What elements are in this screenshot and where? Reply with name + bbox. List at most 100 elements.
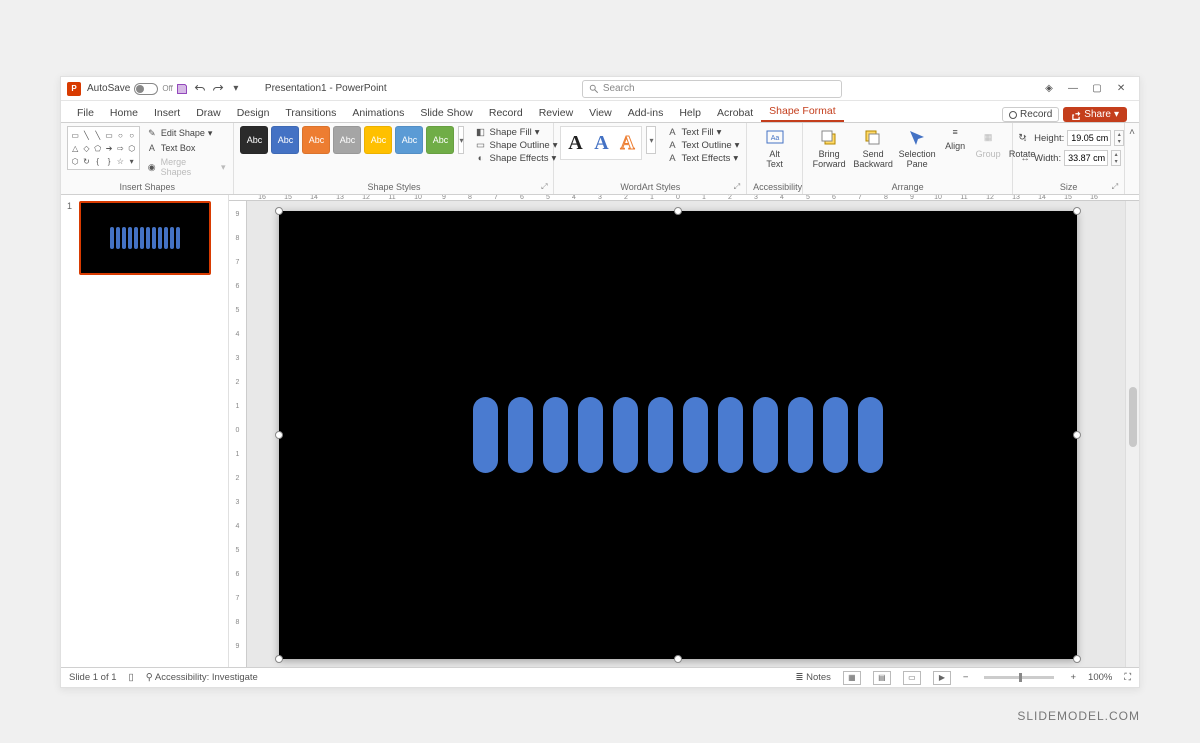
rounded-rectangle-shapes[interactable] xyxy=(473,397,883,473)
slide-canvas-area[interactable] xyxy=(247,201,1125,667)
text-fill-button[interactable]: AText Fill ▾ xyxy=(666,126,739,138)
tab-shape-format[interactable]: Shape Format xyxy=(761,102,844,122)
account-icon[interactable]: ◈ xyxy=(1037,79,1061,99)
tab-addins[interactable]: Add-ins xyxy=(620,104,672,122)
shape-style-swatch[interactable]: Abc xyxy=(333,126,361,154)
selection-handle-w[interactable] xyxy=(275,431,283,439)
selection-handle-nw[interactable] xyxy=(275,207,283,215)
size-launcher[interactable]: ⤢ xyxy=(1112,182,1118,192)
selection-handle-s[interactable] xyxy=(674,655,682,663)
slideshow-view-button[interactable]: ▶ xyxy=(933,671,951,685)
slide-thumbnails-panel[interactable]: 1 xyxy=(61,195,229,667)
pill-shape[interactable] xyxy=(613,397,638,473)
shape-fill-button[interactable]: ◧Shape Fill ▾ xyxy=(474,126,557,138)
minimize-button[interactable]: — xyxy=(1061,79,1085,99)
share-button[interactable]: Share▾ xyxy=(1063,107,1127,122)
tab-view[interactable]: View xyxy=(581,104,620,122)
tab-acrobat[interactable]: Acrobat xyxy=(709,104,761,122)
collapse-ribbon-button[interactable]: ˄ xyxy=(1129,127,1135,138)
pill-shape[interactable] xyxy=(718,397,743,473)
pill-shape[interactable] xyxy=(858,397,883,473)
style-gallery-more[interactable]: ▾ xyxy=(458,126,464,154)
reading-view-button[interactable]: ▭ xyxy=(903,671,921,685)
text-box-button[interactable]: AText Box xyxy=(144,141,228,155)
zoom-level[interactable]: 100% xyxy=(1088,672,1112,683)
edit-shape-button[interactable]: ✎Edit Shape ▾ xyxy=(144,126,228,140)
pill-shape[interactable] xyxy=(683,397,708,473)
shape-outline-button[interactable]: ▭Shape Outline ▾ xyxy=(474,139,557,151)
shapes-gallery[interactable]: ▭╲╲▭○○ △◇⬠➔⇨⬡ ⬡↻{}☆▾ xyxy=(67,126,140,170)
selection-handle-se[interactable] xyxy=(1073,655,1081,663)
tab-review[interactable]: Review xyxy=(531,104,581,122)
shape-styles-launcher[interactable]: ⤢ xyxy=(541,182,547,192)
maximize-button[interactable]: ▢ xyxy=(1085,79,1109,99)
tab-home[interactable]: Home xyxy=(102,104,146,122)
notes-button[interactable]: ≣ Notes xyxy=(795,672,830,683)
wordart-gallery-more[interactable]: ▾ xyxy=(646,126,656,154)
zoom-out-button[interactable]: − xyxy=(963,672,969,683)
tab-design[interactable]: Design xyxy=(229,104,278,122)
tab-transitions[interactable]: Transitions xyxy=(277,104,344,122)
selection-handle-sw[interactable] xyxy=(275,655,283,663)
pill-shape[interactable] xyxy=(823,397,848,473)
tab-help[interactable]: Help xyxy=(671,104,709,122)
vertical-scrollbar[interactable] xyxy=(1125,201,1139,667)
shape-style-swatch[interactable]: Abc xyxy=(302,126,330,154)
autosave-toggle[interactable] xyxy=(134,83,158,95)
slide[interactable] xyxy=(279,211,1077,659)
shape-style-swatch[interactable]: Abc xyxy=(426,126,454,154)
shape-style-swatch[interactable]: Abc xyxy=(240,126,268,154)
shape-effects-button[interactable]: ◐Shape Effects ▾ xyxy=(474,152,557,164)
tab-record[interactable]: Record xyxy=(481,104,531,122)
zoom-slider[interactable] xyxy=(984,676,1054,679)
undo-icon[interactable] xyxy=(193,82,207,96)
pill-shape[interactable] xyxy=(788,397,813,473)
alt-text-button[interactable]: Aa Alt Text xyxy=(755,126,795,172)
text-outline-button[interactable]: AText Outline ▾ xyxy=(666,139,739,151)
wordart-launcher[interactable]: ⤢ xyxy=(734,182,740,192)
tab-draw[interactable]: Draw xyxy=(188,104,229,122)
selection-handle-ne[interactable] xyxy=(1073,207,1081,215)
pill-shape[interactable] xyxy=(508,397,533,473)
search-input[interactable]: Search xyxy=(582,80,842,98)
normal-view-button[interactable]: ▦ xyxy=(843,671,861,685)
height-spinner[interactable]: ▴▾ xyxy=(1114,130,1124,146)
tab-slideshow[interactable]: Slide Show xyxy=(412,104,481,122)
tab-insert[interactable]: Insert xyxy=(146,104,188,122)
shape-style-swatch[interactable]: Abc xyxy=(271,126,299,154)
tab-animations[interactable]: Animations xyxy=(344,104,412,122)
shape-style-swatch[interactable]: Abc xyxy=(395,126,423,154)
sorter-view-button[interactable]: ▤ xyxy=(873,671,891,685)
height-input[interactable] xyxy=(1067,130,1111,146)
merge-shapes-button[interactable]: ◉Merge Shapes ▾ xyxy=(144,156,228,178)
pill-shape[interactable] xyxy=(648,397,673,473)
pill-shape[interactable] xyxy=(473,397,498,473)
selection-pane-button[interactable]: Selection Pane xyxy=(897,126,937,172)
width-input[interactable] xyxy=(1064,150,1108,166)
selection-handle-e[interactable] xyxy=(1073,431,1081,439)
language-icon[interactable]: ▯ xyxy=(129,672,134,683)
qat-more-icon[interactable]: ▾ xyxy=(229,82,243,96)
text-effects-button[interactable]: AText Effects ▾ xyxy=(666,152,739,164)
slide-thumbnail-1[interactable] xyxy=(79,201,211,275)
bring-forward-button[interactable]: Bring Forward xyxy=(809,126,849,172)
align-button[interactable]: ≡Align xyxy=(941,126,969,152)
shape-style-swatch[interactable]: Abc xyxy=(364,126,392,154)
pill-shape[interactable] xyxy=(543,397,568,473)
width-spinner[interactable]: ▴▾ xyxy=(1111,150,1121,166)
tab-file[interactable]: File xyxy=(69,104,102,122)
record-button[interactable]: Record xyxy=(1002,107,1059,122)
vertical-ruler[interactable]: 9876543210123456789 xyxy=(229,201,247,667)
fit-to-window-button[interactable]: ⛶ xyxy=(1124,672,1131,683)
zoom-in-button[interactable]: + xyxy=(1070,672,1076,683)
group-button[interactable]: ▦Group xyxy=(973,126,1003,162)
accessibility-status[interactable]: ⚲ Accessibility: Investigate xyxy=(146,672,258,683)
redo-icon[interactable] xyxy=(211,82,225,96)
send-backward-button[interactable]: Send Backward xyxy=(853,126,893,172)
scrollbar-thumb[interactable] xyxy=(1129,387,1137,447)
close-button[interactable]: ✕ xyxy=(1109,79,1133,99)
pill-shape[interactable] xyxy=(578,397,603,473)
selection-handle-n[interactable] xyxy=(674,207,682,215)
save-icon[interactable] xyxy=(175,82,189,96)
pill-shape[interactable] xyxy=(753,397,778,473)
